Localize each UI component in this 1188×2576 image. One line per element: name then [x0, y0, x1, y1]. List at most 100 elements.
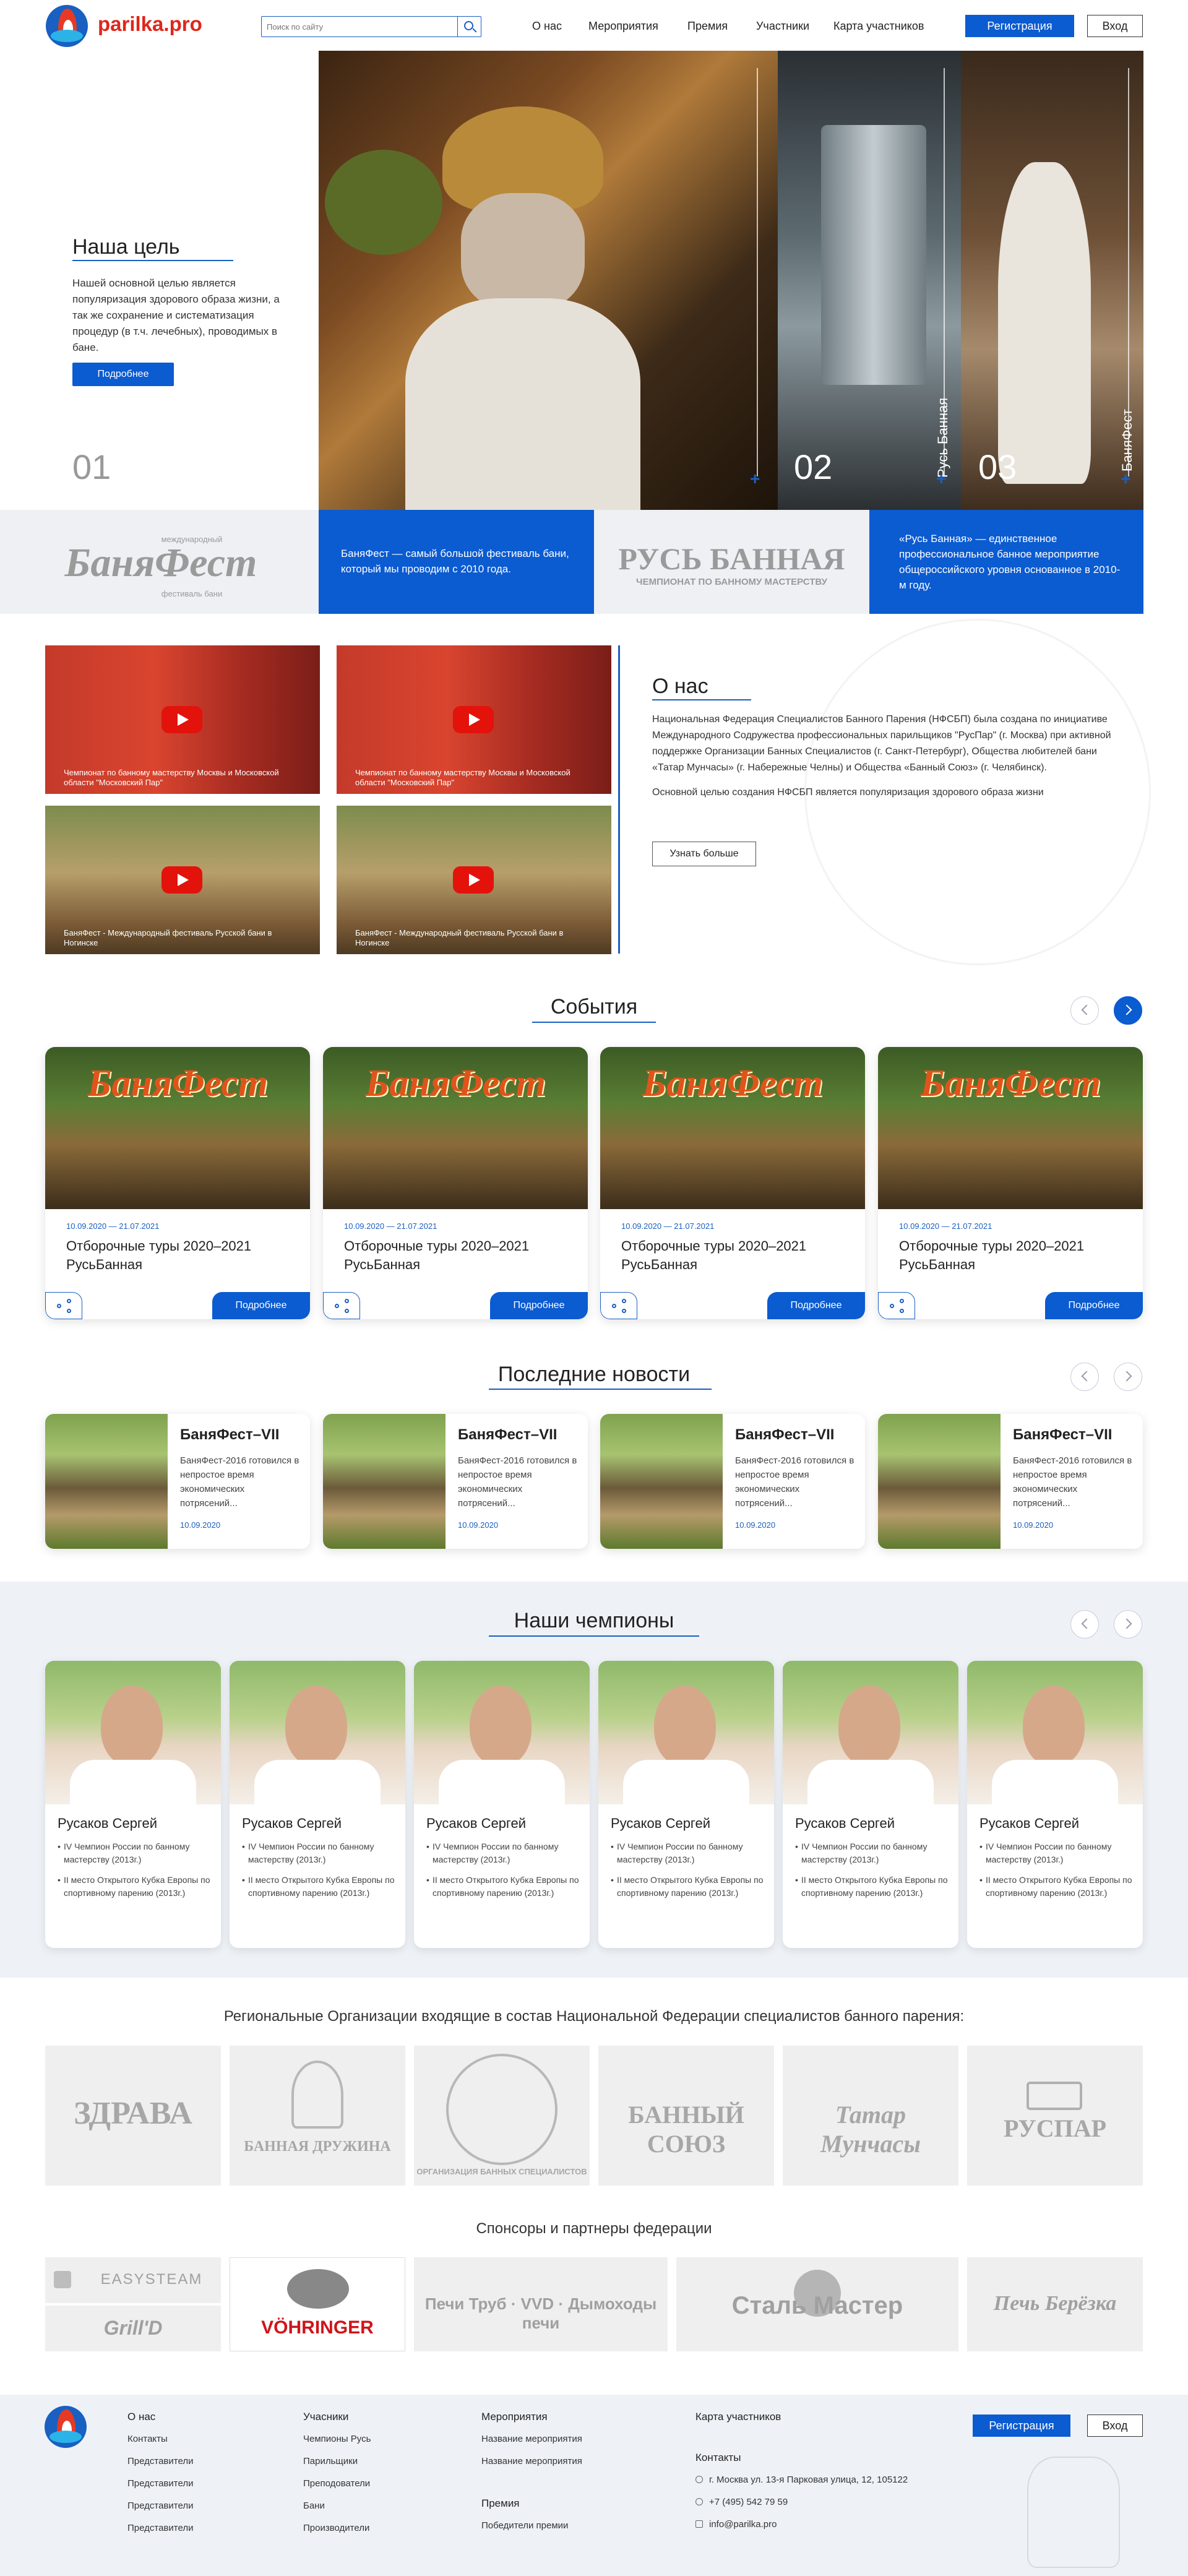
org-logo[interactable]: ЗДРАВА: [45, 2046, 221, 2186]
champion-card[interactable]: Русаков Сергей IV Чемпион России по банн…: [783, 1661, 958, 1948]
play-icon[interactable]: [161, 866, 202, 894]
org-logo[interactable]: БАННЫЙ СОЮЗ: [598, 2046, 774, 2186]
search-button[interactable]: [457, 17, 481, 37]
champion-card[interactable]: Русаков Сергей IV Чемпион России по банн…: [414, 1661, 590, 1948]
nav-about[interactable]: О нас: [532, 20, 562, 33]
news-card-date: 10.09.2020: [1013, 1520, 1054, 1530]
share-icon[interactable]: [323, 1292, 360, 1319]
orgs-title: Региональные Организации входящие в сост…: [223, 2008, 965, 2025]
news-next-arrow[interactable]: [1114, 1363, 1142, 1391]
footer-link[interactable]: Производители: [303, 2517, 371, 2539]
event-card[interactable]: БаняФест 10.09.2020 — 21.07.2021 Отбороч…: [323, 1047, 588, 1319]
event-more-button[interactable]: Подробнее: [767, 1292, 865, 1319]
org-logo[interactable]: БАННАЯ ДРУЖИНА: [230, 2046, 405, 2186]
share-icon[interactable]: [878, 1292, 915, 1319]
champion-card[interactable]: Русаков Сергей IV Чемпион России по банн…: [598, 1661, 774, 1948]
footer-link[interactable]: Представители: [127, 2473, 193, 2495]
event-card[interactable]: БаняФест 10.09.2020 — 21.07.2021 Отбороч…: [878, 1047, 1143, 1319]
share-icon[interactable]: [600, 1292, 637, 1319]
footer-link[interactable]: Контакты: [127, 2428, 193, 2450]
play-icon[interactable]: [453, 866, 494, 894]
org-logo[interactable]: РУСПАР: [967, 2046, 1143, 2186]
sponsor-logo[interactable]: EASYSTEAM: [45, 2257, 221, 2303]
footer-link[interactable]: Название мероприятия: [481, 2450, 582, 2473]
event-card[interactable]: БаняФест 10.09.2020 — 21.07.2021 Отбороч…: [45, 1047, 310, 1319]
hero-slide-1[interactable]: +: [319, 51, 778, 510]
footer-link[interactable]: Представители: [127, 2517, 193, 2539]
nav-award[interactable]: Премия: [687, 20, 728, 33]
share-icon[interactable]: [45, 1292, 82, 1319]
news-card[interactable]: БаняФест–VII БаняФест-2016 готовился в н…: [323, 1414, 588, 1549]
champions-next-arrow[interactable]: [1114, 1610, 1142, 1639]
champions-prev-arrow[interactable]: [1070, 1610, 1099, 1639]
footer-phone[interactable]: +7 (495) 542 79 59: [695, 2491, 908, 2514]
org-logo-text: БАННАЯ ДРУЖИНА: [244, 2139, 391, 2155]
video-card[interactable]: БаняФест - Международный фестиваль Русск…: [45, 806, 320, 954]
news-card[interactable]: БаняФест–VII БаняФест-2016 готовился в н…: [878, 1414, 1143, 1549]
play-icon[interactable]: [161, 706, 202, 733]
learn-more-button[interactable]: Узнать больше: [652, 842, 756, 866]
footer-link[interactable]: Премия: [481, 2492, 568, 2515]
events-prev-arrow[interactable]: [1070, 996, 1099, 1025]
news-card[interactable]: БаняФест–VII БаняФест-2016 готовился в н…: [45, 1414, 310, 1549]
org-logo[interactable]: Татар Мунчасы: [783, 2046, 958, 2186]
footer-link[interactable]: Мероприятия: [481, 2406, 582, 2428]
news-prev-arrow[interactable]: [1070, 1363, 1099, 1391]
register-button[interactable]: Регистрация: [965, 15, 1074, 37]
footer-map-link[interactable]: Карта участников: [695, 2406, 908, 2428]
champions-underline: [489, 1635, 699, 1637]
news-underline: [489, 1389, 712, 1390]
login-button[interactable]: Вход: [1087, 15, 1143, 37]
video-card[interactable]: Чемпионат по банному мастерству Москвы и…: [45, 645, 320, 794]
nav-events[interactable]: Мероприятия: [588, 20, 658, 33]
footer-register-button[interactable]: Регистрация: [973, 2414, 1070, 2437]
rus-bannaya-logo-block[interactable]: РУСЬ БАННАЯ ЧЕМПИОНАТ ПО БАННОМУ МАСТЕРС…: [594, 510, 869, 614]
sponsor-logo[interactable]: Сталь Мастер: [676, 2257, 958, 2351]
goal-more-button[interactable]: Подробнее: [72, 363, 174, 386]
nav-map[interactable]: Карта участников: [833, 20, 924, 33]
sponsor-logo[interactable]: Печи Труб · VVD · Дымоходы печи: [414, 2257, 668, 2351]
sponsor-logo[interactable]: VÖHRINGER: [230, 2257, 405, 2351]
footer-link[interactable]: Бани: [303, 2495, 371, 2517]
plus-icon[interactable]: +: [1121, 469, 1130, 489]
search-input[interactable]: [267, 19, 452, 34]
org-logo[interactable]: ОРГАНИЗАЦИЯ БАННЫХ СПЕЦИАЛИСТОВ: [414, 2046, 590, 2186]
footer-link[interactable]: Представители: [127, 2450, 193, 2473]
footer-link[interactable]: Чемпионы Русь: [303, 2428, 371, 2450]
footer-login-button[interactable]: Вход: [1087, 2414, 1143, 2437]
sponsor-logo[interactable]: Печь Берёзка: [967, 2257, 1143, 2351]
play-icon[interactable]: [453, 706, 494, 733]
champion-achievements: IV Чемпион России по банному мастерству …: [611, 1840, 764, 1907]
news-image: [878, 1414, 1001, 1549]
plus-icon[interactable]: +: [936, 469, 946, 489]
logo-text[interactable]: parilka.pro: [98, 12, 202, 36]
footer-email[interactable]: info@parilka.pro: [695, 2514, 908, 2536]
video-card[interactable]: Чемпионат по банному мастерству Москвы и…: [337, 645, 611, 794]
footer-link[interactable]: Парильщики: [303, 2450, 371, 2473]
nav-participants[interactable]: Участники: [756, 20, 809, 33]
footer-logo-icon[interactable]: [45, 2406, 87, 2448]
champion-card[interactable]: Русаков Сергей IV Чемпион России по банн…: [45, 1661, 221, 1948]
logo-flame-icon[interactable]: [46, 5, 88, 47]
news-card[interactable]: БаняФест–VII БаняФест-2016 готовился в н…: [600, 1414, 865, 1549]
footer-link[interactable]: Представители: [127, 2495, 193, 2517]
footer-link[interactable]: О нас: [127, 2406, 193, 2428]
footer-link[interactable]: Название мероприятия: [481, 2428, 582, 2450]
footer-link[interactable]: Преподователи: [303, 2473, 371, 2495]
champion-card[interactable]: Русаков Сергей IV Чемпион России по банн…: [230, 1661, 405, 1948]
footer-link[interactable]: Победители премии: [481, 2515, 568, 2537]
hero-slide-2[interactable]: 02 Русь Банная +: [778, 51, 961, 510]
sponsor-logo[interactable]: Grill'D: [45, 2306, 221, 2351]
events-next-arrow[interactable]: [1114, 996, 1142, 1025]
hero-slide-3[interactable]: 03 БаняФест +: [961, 51, 1143, 510]
event-more-button[interactable]: Подробнее: [212, 1292, 310, 1319]
champion-card[interactable]: Русаков Сергей IV Чемпион России по банн…: [967, 1661, 1143, 1948]
video-card[interactable]: БаняФест - Международный фестиваль Русск…: [337, 806, 611, 954]
event-card[interactable]: БаняФест 10.09.2020 — 21.07.2021 Отбороч…: [600, 1047, 865, 1319]
footer-link[interactable]: Учасники: [303, 2406, 371, 2428]
plus-icon[interactable]: +: [750, 469, 760, 489]
event-more-button[interactable]: Подробнее: [490, 1292, 588, 1319]
rus-bannaya-text: «Русь Банная» — единственное профессиона…: [899, 533, 1121, 591]
event-more-button[interactable]: Подробнее: [1045, 1292, 1143, 1319]
banyafest-logo-block[interactable]: БаняФест международный фестиваль бани: [0, 510, 319, 614]
